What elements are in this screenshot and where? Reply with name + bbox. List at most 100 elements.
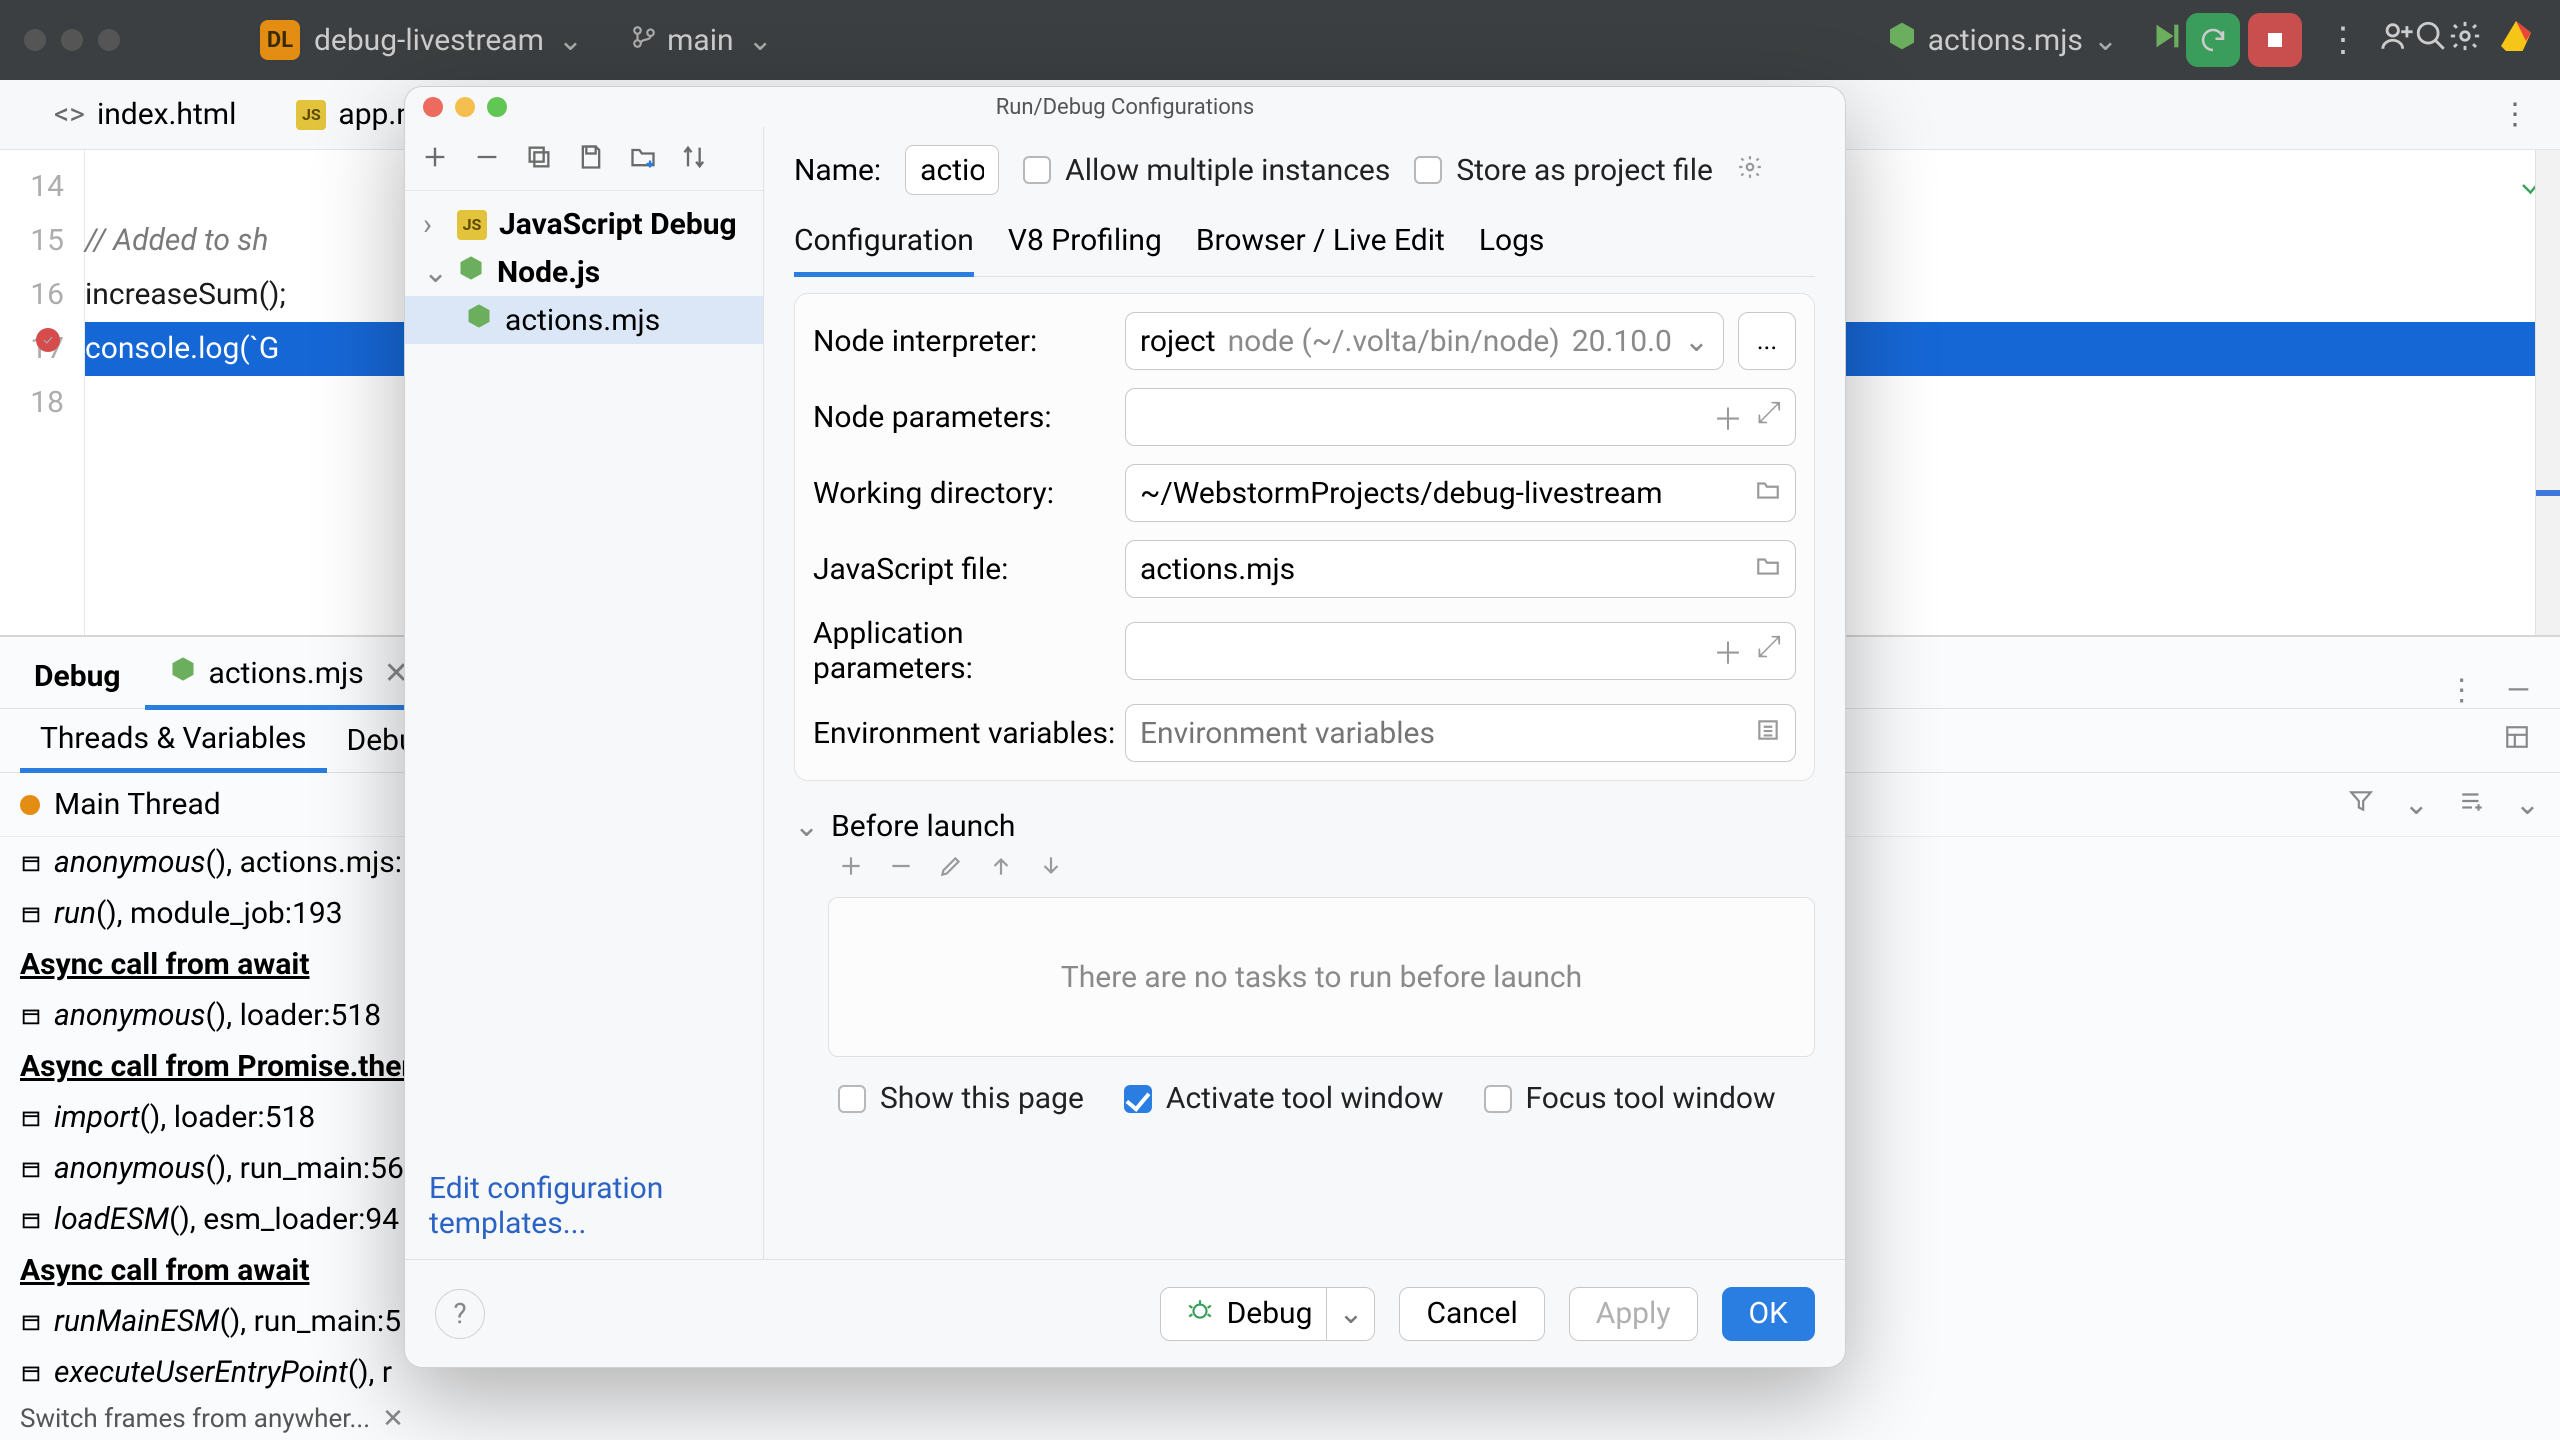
chevron-down-icon[interactable]: ⌄ [2515, 787, 2540, 822]
tab-index-html[interactable]: <> index.html [24, 80, 266, 149]
app-params-input[interactable]: ＋⤢ [1125, 622, 1796, 680]
more-vert-icon[interactable]: ⋮ [2500, 97, 2530, 132]
remove-icon[interactable] [888, 852, 914, 887]
tree-item-actions-mjs[interactable]: actions.mjs [405, 296, 763, 344]
js-file-icon: JS [296, 100, 326, 130]
add-watch-icon[interactable] [2459, 787, 2485, 822]
tab-label: index.html [97, 97, 236, 132]
bug-icon [1187, 1296, 1213, 1331]
settings-gear-icon[interactable] [2448, 19, 2482, 61]
filter-icon[interactable] [2348, 787, 2374, 822]
before-launch-list: There are no tasks to run before launch [828, 897, 1815, 1057]
checkbox-label: Focus tool window [1526, 1081, 1776, 1116]
chevron-down-icon[interactable]: ⌄ [1326, 1288, 1374, 1340]
cancel-button[interactable]: Cancel [1399, 1287, 1544, 1341]
edit-icon[interactable] [938, 852, 964, 887]
move-down-icon[interactable] [1038, 852, 1064, 887]
run-debug-config-dialog: Run/Debug Configurations › JS JavaScript… [404, 86, 1846, 1368]
activate-tool-checkbox[interactable]: Activate tool window [1124, 1081, 1444, 1116]
js-file-icon: JS [457, 210, 487, 240]
tree-group-js-debug[interactable]: › JS JavaScript Debug [405, 201, 763, 248]
debug-session-tab[interactable]: actions.mjs ✕ [145, 641, 433, 710]
working-dir-input[interactable] [1125, 464, 1796, 522]
expand-icon[interactable]: ⤢ [1757, 395, 1781, 439]
config-tree-sidebar: › JS JavaScript Debug ⌄ Node.js actions.… [405, 127, 764, 1259]
add-icon[interactable]: ＋ [1713, 395, 1743, 439]
move-up-icon[interactable] [988, 852, 1014, 887]
sort-icon[interactable] [681, 143, 709, 175]
edit-templates-link[interactable]: Edit configuration templates... [429, 1171, 663, 1241]
help-button[interactable]: ? [435, 1289, 485, 1339]
tree-item-label: actions.mjs [505, 303, 660, 338]
config-name-input[interactable] [905, 145, 999, 195]
editor-error-stripe[interactable] [2535, 150, 2560, 635]
nodejs-icon [1886, 20, 1918, 60]
add-icon[interactable]: ＋ [1713, 629, 1743, 673]
tab-browser-live-edit[interactable]: Browser / Live Edit [1196, 215, 1445, 276]
app-params-label: Application parameters: [813, 616, 1125, 686]
apply-button[interactable]: Apply [1569, 1287, 1698, 1341]
hint-footer: Switch frames from anywher...✕ [0, 1398, 2560, 1440]
branch-name[interactable]: main [667, 23, 734, 58]
allow-multi-checkbox[interactable]: Allow multiple instances [1023, 153, 1390, 188]
ok-button[interactable]: OK [1722, 1287, 1815, 1341]
config-tree[interactable]: › JS JavaScript Debug ⌄ Node.js actions.… [405, 191, 763, 354]
tab-configuration[interactable]: Configuration [794, 215, 974, 277]
before-launch-section[interactable]: ⌄ Before launch [794, 809, 1815, 844]
folder-icon[interactable] [1755, 476, 1781, 511]
breakpoint-icon[interactable] [36, 328, 60, 352]
focus-tool-checkbox[interactable]: Focus tool window [1484, 1081, 1776, 1116]
browse-interpreter-button[interactable]: ... [1738, 312, 1796, 370]
close-window-icon[interactable] [24, 29, 46, 51]
tool-tab-debug[interactable]: Debug [10, 645, 145, 708]
line-number: 16 [0, 268, 64, 322]
run-config-selector[interactable]: actions.mjs ⌄ [1886, 20, 2118, 60]
config-details: Name: Allow multiple instances Store as … [764, 127, 1845, 1259]
show-page-checkbox[interactable]: Show this page [838, 1081, 1084, 1116]
maximize-window-icon[interactable] [98, 29, 120, 51]
expand-icon[interactable]: ⤢ [1757, 629, 1781, 673]
more-vert-icon[interactable]: ⋮ [2447, 673, 2477, 708]
node-interpreter-select[interactable]: roject node (~/.volta/bin/node) 20.10.0 … [1125, 312, 1724, 370]
html-file-icon: <> [54, 97, 85, 132]
checkbox-label: Allow multiple instances [1065, 153, 1390, 188]
editor-gutter: 14 15 16 17 18 [0, 150, 85, 635]
add-icon[interactable] [421, 143, 449, 175]
js-file-input[interactable] [1125, 540, 1796, 598]
debug-button[interactable]: Debug ⌄ [1160, 1287, 1376, 1341]
project-name[interactable]: debug-livestream [314, 23, 544, 58]
tab-v8-profiling[interactable]: V8 Profiling [1008, 215, 1162, 276]
close-icon[interactable]: ✕ [382, 1404, 404, 1434]
chevron-down-icon[interactable]: ⌄ [2404, 787, 2429, 822]
search-icon[interactable] [2414, 19, 2448, 61]
tree-group-nodejs[interactable]: ⌄ Node.js [405, 248, 763, 296]
nodejs-icon [465, 302, 493, 338]
gear-icon[interactable] [1737, 153, 1763, 188]
node-params-input[interactable]: ＋⤢ [1125, 388, 1796, 446]
remove-icon[interactable] [473, 143, 501, 175]
minimize-icon[interactable]: — [2507, 673, 2530, 708]
chevron-down-icon[interactable]: ⌄ [748, 23, 773, 58]
tab-logs[interactable]: Logs [1479, 215, 1545, 276]
folder-add-icon[interactable] [629, 143, 657, 175]
tab-threads-variables[interactable]: Threads & Variables [20, 710, 327, 773]
stop-button[interactable] [2248, 13, 2302, 67]
layout-icon[interactable] [2504, 723, 2530, 758]
add-icon[interactable] [838, 852, 864, 887]
env-vars-input[interactable] [1125, 704, 1796, 762]
config-toolbar [405, 127, 763, 191]
run-with-icon[interactable] [2148, 19, 2182, 61]
stripe-marker[interactable] [2536, 490, 2560, 496]
save-icon[interactable] [577, 143, 605, 175]
folder-icon[interactable] [1755, 552, 1781, 587]
list-icon[interactable] [1755, 716, 1781, 751]
rerun-button[interactable] [2186, 13, 2240, 67]
minimize-window-icon[interactable] [61, 29, 83, 51]
collaborate-icon[interactable] [2380, 19, 2414, 61]
title-bar: DL debug-livestream ⌄ main ⌄ actions.mjs… [0, 0, 2560, 80]
copy-icon[interactable] [525, 143, 553, 175]
chevron-down-icon[interactable]: ⌄ [558, 23, 583, 58]
thread-status-icon [20, 795, 40, 815]
store-as-file-checkbox[interactable]: Store as project file [1414, 153, 1713, 188]
chevron-right-icon: › [423, 207, 445, 242]
